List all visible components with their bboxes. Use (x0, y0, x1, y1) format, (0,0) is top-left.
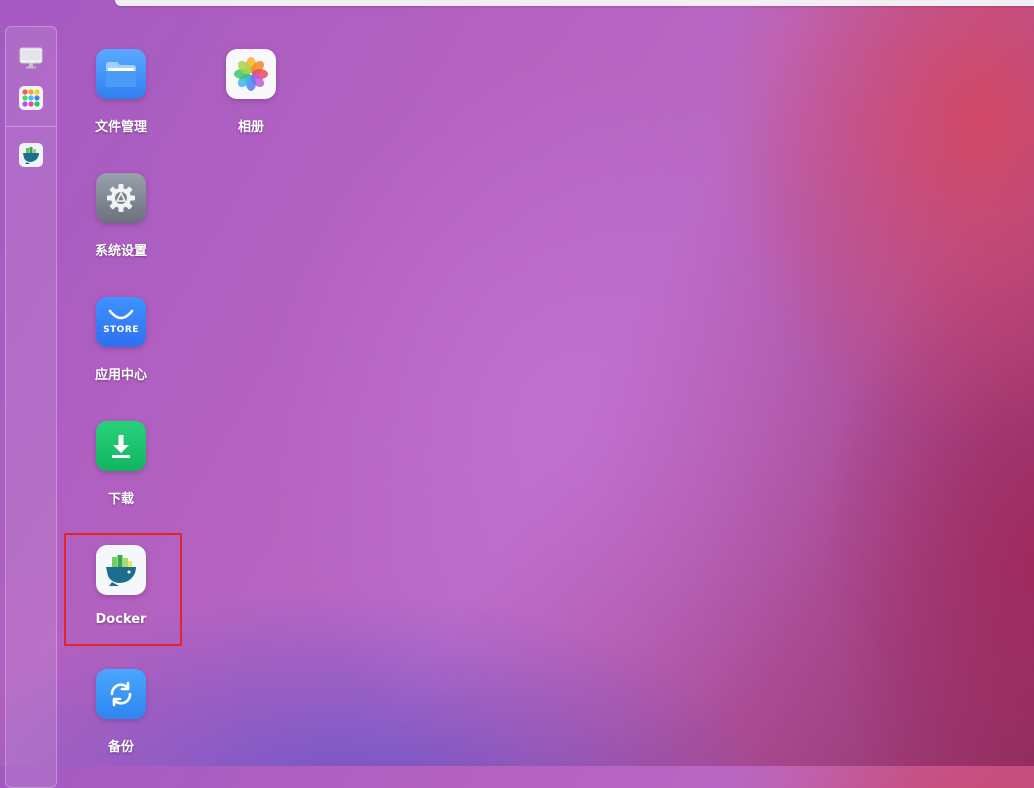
app-backup[interactable]: 备份 (66, 669, 176, 779)
app-label: 下载 (107, 492, 134, 507)
dock-item-docker[interactable] (19, 143, 43, 167)
docker-icon (23, 147, 39, 164)
app-label: 系统设置 (94, 244, 147, 259)
left-dock (5, 26, 57, 788)
dock-separator (6, 126, 56, 127)
app-label: 应用中心 (94, 368, 147, 383)
monitor-icon (19, 47, 43, 69)
dock-item-app-launcher[interactable] (19, 86, 43, 110)
app-download[interactable]: 下载 (66, 421, 176, 531)
app-label: 相册 (237, 120, 264, 135)
app-photos[interactable]: 相册 (196, 49, 306, 159)
photos-icon (226, 49, 276, 99)
app-file-manager[interactable]: 文件管理 (66, 49, 176, 159)
gear-icon (96, 173, 146, 223)
app-app-center[interactable]: STORE 应用中心 (66, 297, 176, 407)
store-icon: STORE (96, 297, 146, 347)
store-icon-text: STORE (103, 325, 139, 335)
dock-item-desktop[interactable] (19, 46, 43, 70)
app-label: 备份 (107, 740, 134, 755)
app-label: 文件管理 (94, 120, 147, 135)
download-icon (96, 421, 146, 471)
folder-icon (96, 49, 146, 99)
docker-highlight-box (64, 533, 182, 646)
browser-top-edge (115, 0, 1034, 6)
sync-icon (96, 669, 146, 719)
app-system-settings[interactable]: 系统设置 (66, 173, 176, 283)
grid-icon (22, 89, 40, 107)
